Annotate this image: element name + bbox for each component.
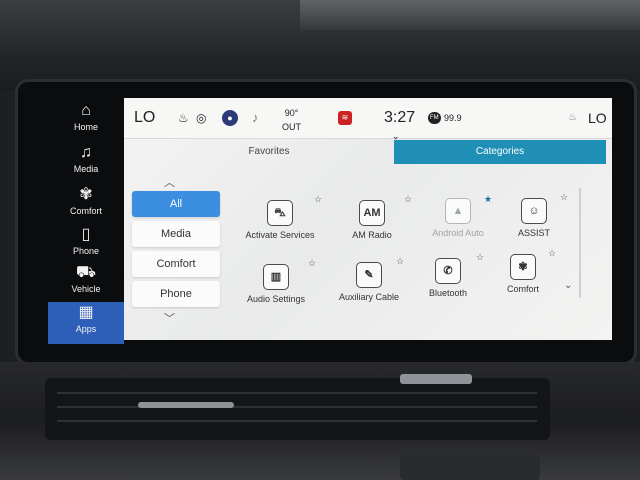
category-all[interactable]: All — [132, 191, 220, 217]
vent-handle — [400, 374, 472, 384]
sidebar-item-comfort[interactable]: ✾ Comfort — [48, 184, 124, 224]
app-am-radio[interactable]: AM AM Radio — [342, 200, 402, 240]
equalizer-icon: ▥ — [263, 264, 289, 290]
app-label: Activate Services — [245, 230, 315, 240]
app-label: Comfort — [506, 284, 539, 294]
scrollbar[interactable] — [579, 188, 581, 298]
tab-categories[interactable]: Categories — [394, 140, 606, 164]
sidebar-item-label: Vehicle — [71, 284, 101, 294]
category-media[interactable]: Media — [132, 221, 220, 247]
sidebar-item-label: Comfort — [69, 206, 102, 216]
chevron-down-icon[interactable]: ﹀ — [164, 310, 175, 326]
am-radio-icon: AM — [359, 200, 385, 226]
control-knobs — [400, 455, 540, 480]
outside-temp-value: 90° — [284, 108, 299, 118]
sidebar-item-label: Home — [73, 122, 98, 132]
chevron-up-icon[interactable]: ︿ — [164, 174, 175, 190]
bluetooth-icon: ✆ — [435, 258, 461, 284]
music-note-icon: ♫ — [80, 144, 92, 161]
favorite-star-icon[interactable]: ☆ — [476, 252, 484, 263]
outside-temp-label: OUT — [282, 122, 301, 132]
seat-heat-icon[interactable]: ♨ — [178, 98, 189, 138]
status-bar: LO ♨ ◎ ● ♪ 90° OUT ≋ 3:27 ⌄ FM 99.9 ♨ LO — [124, 98, 612, 141]
sidebar-nav: ⌂ Home ♫ Media ✾ Comfort ▯ Phone ⛟ Vehic… — [48, 96, 124, 346]
app-label: Audio Settings — [246, 294, 306, 304]
sidebar-item-label: Media — [73, 164, 99, 174]
favorite-star-icon[interactable]: ☆ — [308, 258, 316, 269]
passenger-seat-icon[interactable]: ♨ — [568, 98, 577, 138]
vent-slat — [57, 420, 537, 422]
radio-frequency[interactable]: 99.9 — [444, 98, 462, 138]
steering-heat-icon[interactable]: ◎ — [196, 98, 206, 138]
favorite-star-filled-icon[interactable]: ★ — [484, 194, 492, 205]
scroll-down-icon[interactable]: ⌄ — [564, 280, 572, 291]
app-label: ASSIST — [517, 228, 550, 238]
app-auxiliary-cable[interactable]: ✎ Auxiliary Cable — [334, 262, 404, 302]
app-label: Auxiliary Cable — [338, 292, 400, 302]
app-audio-settings[interactable]: ▥ Audio Settings — [242, 264, 310, 304]
vent-handle — [138, 402, 234, 408]
category-comfort[interactable]: Comfort — [132, 251, 220, 277]
vehicle-icon: ⛟ — [75, 264, 97, 281]
climate-icon: ✾ — [79, 186, 93, 203]
category-phone[interactable]: Phone — [132, 281, 220, 307]
sidebar-item-media[interactable]: ♫ Media — [48, 142, 124, 182]
favorite-star-icon[interactable]: ☆ — [560, 192, 568, 203]
clock-time: 3:27 — [384, 109, 416, 126]
app-label: Android Auto — [432, 228, 484, 238]
apps-grid-icon: ▦ — [78, 304, 94, 321]
app-assist[interactable]: ☺ ASSIST — [504, 198, 564, 238]
favorite-star-icon[interactable]: ☆ — [396, 256, 404, 267]
sidebar-item-home[interactable]: ⌂ Home — [48, 100, 124, 140]
app-label: AM Radio — [352, 230, 392, 240]
passenger-temp[interactable]: LO — [588, 98, 607, 138]
favorite-star-icon[interactable]: ☆ — [314, 194, 322, 205]
phone-icon: ▯ — [81, 226, 91, 243]
outside-temp: 90° OUT — [282, 106, 301, 132]
sidebar-item-apps[interactable]: ▦ Apps — [48, 302, 124, 344]
app-bluetooth[interactable]: ✆ Bluetooth — [420, 258, 476, 298]
radio-band: FM — [428, 112, 441, 124]
wifi-hotspot-icon[interactable]: ≋ — [338, 111, 352, 125]
notification-bell-icon[interactable]: ♪ — [252, 98, 259, 138]
sidebar-item-label: Apps — [75, 324, 97, 334]
app-comfort[interactable]: ✾ Comfort — [496, 254, 550, 294]
car-connect-icon: ⛍ — [267, 200, 293, 226]
home-icon: ⌂ — [81, 102, 91, 119]
app-android-auto[interactable]: ▲ Android Auto — [426, 198, 490, 238]
assist-icon: ☺ — [521, 198, 547, 224]
sidebar-item-label: Phone — [72, 246, 100, 256]
profile-avatar-icon[interactable]: ● — [222, 110, 238, 126]
sidebar-item-vehicle[interactable]: ⛟ Vehicle — [48, 262, 124, 302]
apps-screen: LO ♨ ◎ ● ♪ 90° OUT ≋ 3:27 ⌄ FM 99.9 ♨ LO… — [124, 98, 612, 340]
vent-slat — [57, 406, 537, 408]
dashboard-highlight — [300, 0, 640, 30]
app-activate-services[interactable]: ⛍ Activate Services — [242, 200, 318, 240]
android-auto-icon: ▲ — [445, 198, 471, 224]
air-vent — [45, 378, 550, 440]
favorite-star-icon[interactable]: ☆ — [404, 194, 412, 205]
tab-bar: Favorites Categories — [124, 140, 612, 166]
favorite-star-icon[interactable]: ☆ — [548, 248, 556, 259]
driver-temp[interactable]: LO — [134, 98, 155, 138]
comfort-icon: ✾ — [510, 254, 536, 280]
app-label: Bluetooth — [428, 288, 468, 298]
sidebar-item-phone[interactable]: ▯ Phone — [48, 224, 124, 264]
vent-slat — [57, 392, 537, 394]
aux-cable-icon: ✎ — [356, 262, 382, 288]
tab-favorites[interactable]: Favorites — [184, 140, 354, 164]
